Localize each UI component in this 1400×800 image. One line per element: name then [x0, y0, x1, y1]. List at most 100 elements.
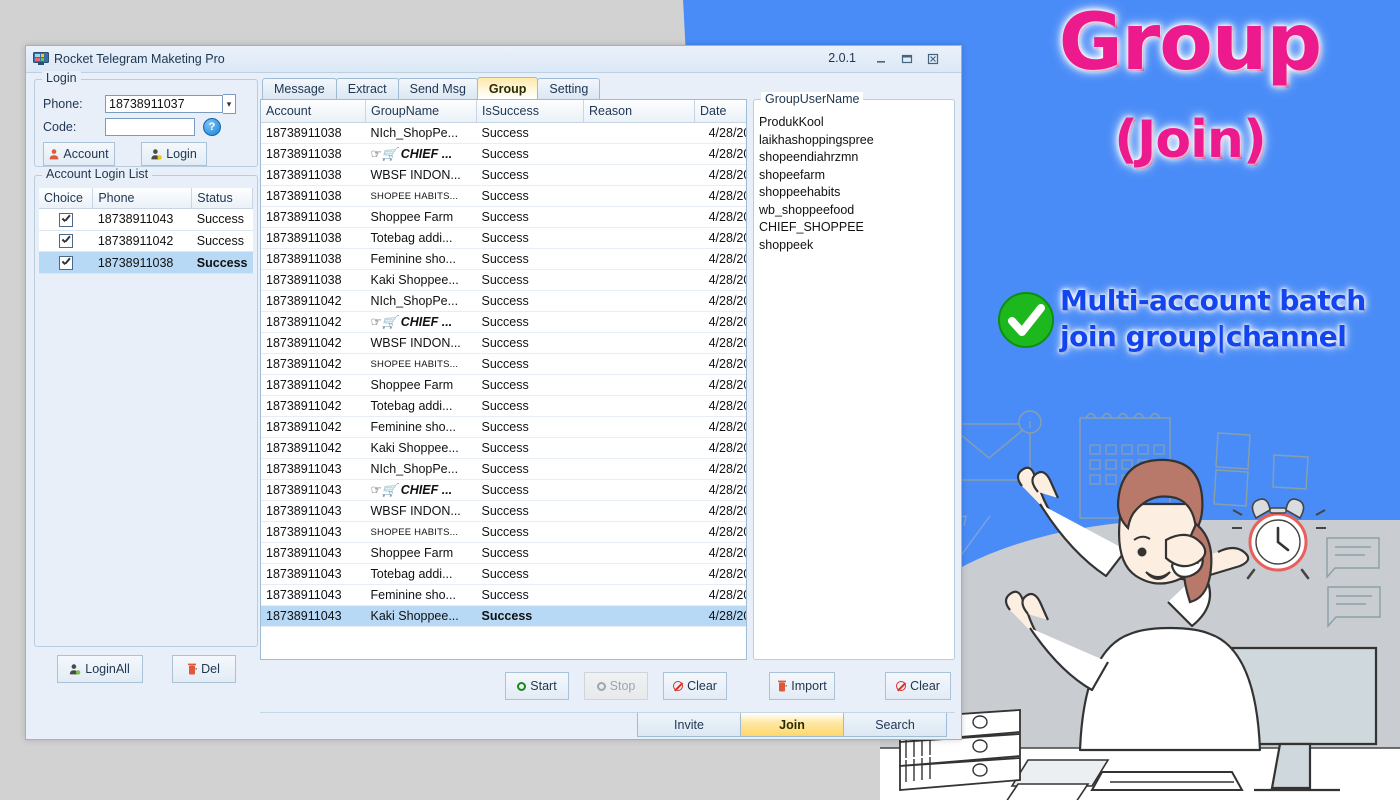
table-row[interactable]: 18738911038☞🛒 CHIEF ...Success 4/28/2023 … — [261, 143, 746, 165]
results-grid[interactable]: Account GroupName IsSuccess Reason Date … — [260, 99, 747, 660]
checkbox-checked-icon[interactable] — [58, 256, 73, 271]
tab-extract[interactable]: Extract — [335, 78, 399, 99]
table-row[interactable]: 18738911042☞🛒 CHIEF ...Success 4/28/2023 … — [261, 311, 746, 333]
col-choice[interactable]: Choice — [39, 188, 94, 209]
results-table[interactable]: Account GroupName IsSuccess Reason Date … — [261, 100, 746, 627]
col-issuccess[interactable]: IsSuccess — [476, 100, 584, 123]
cell-groupname: Totebag addi... — [365, 395, 477, 417]
close-icon[interactable] — [925, 52, 941, 66]
cell-date: 4/28/2023 1:0... — [694, 605, 746, 627]
person-key-icon — [151, 148, 163, 160]
cell-date: 4/28/2023 1:0... — [694, 416, 746, 438]
table-row[interactable]: 18738911042Kaki Shoppee...Success 4/28/20… — [261, 437, 746, 459]
list-item[interactable]: shoppeek — [759, 237, 954, 255]
cell-account: 18738911043 — [261, 500, 366, 522]
table-row[interactable]: 18738911043☞🛒 CHIEF ...Success 4/28/2023 … — [261, 479, 746, 501]
list-item[interactable]: shoppeehabits — [759, 184, 954, 202]
list-item[interactable]: ProdukKool — [759, 114, 954, 132]
cell-reason — [583, 542, 695, 564]
cell-account: 18738911038 — [261, 164, 366, 186]
col-groupname[interactable]: GroupName — [365, 100, 477, 123]
account-list-legend: Account Login List — [42, 167, 153, 181]
login-all-button[interactable]: LoginAll — [56, 655, 143, 683]
table-row[interactable]: 18738911043NIch_ShopPe...Success 4/28/202… — [261, 458, 746, 480]
cell-groupname: ☞🛒 CHIEF ... — [365, 311, 477, 333]
cell-groupname: WBSF INDON... — [365, 164, 477, 186]
account-row[interactable]: 18738911038 Success — [39, 251, 253, 275]
cell-account: 18738911038 — [261, 248, 366, 270]
bottom-tab-search[interactable]: Search — [843, 713, 947, 737]
account-choice-cell[interactable] — [39, 208, 93, 231]
table-row[interactable]: 18738911042Totebag addi...Success 4/28/20… — [261, 395, 746, 417]
tab-group[interactable]: Group — [476, 77, 539, 99]
tab-send-msg[interactable]: Send Msg — [397, 78, 478, 99]
table-row[interactable]: 18738911042Shoppee FarmSuccess 4/28/2023 … — [261, 374, 746, 396]
account-choice-cell[interactable] — [39, 230, 93, 253]
login-button[interactable]: Login — [141, 142, 207, 166]
table-row[interactable]: 18738911038NIch_ShopPe...Success 4/28/202… — [261, 122, 746, 144]
cell-reason — [583, 206, 695, 228]
phone-input[interactable]: 18738911037 — [105, 95, 223, 113]
bottom-tab-invite[interactable]: Invite — [637, 713, 741, 737]
account-choice-cell[interactable] — [39, 251, 93, 275]
cell-groupname: Totebag addi... — [365, 563, 477, 585]
cell-reason — [583, 143, 695, 165]
help-icon[interactable]: ? — [203, 118, 221, 136]
table-row[interactable]: 18738911043 SHOPEE HABITS... Success 4/28/2… — [261, 521, 746, 543]
cell-date: 4/28/2023 1:0... — [694, 353, 746, 375]
checkbox-checked-icon[interactable] — [58, 212, 73, 227]
tab-setting[interactable]: Setting — [537, 78, 601, 99]
cell-groupname: Shoppee Farm — [365, 542, 477, 564]
cell-account: 18738911042 — [261, 437, 366, 459]
phone-dropdown-icon[interactable]: ▾ — [223, 94, 236, 114]
col-phone[interactable]: Phone — [92, 188, 193, 209]
list-item[interactable]: shopeefarm — [759, 167, 954, 185]
stop-button[interactable]: Stop — [584, 672, 648, 700]
list-item[interactable]: shopeendiahrzmn — [759, 149, 954, 167]
list-item[interactable]: wb_shoppeefood — [759, 202, 954, 220]
table-row[interactable]: 18738911043Shoppee FarmSuccess 4/28/2023 … — [261, 542, 746, 564]
col-date[interactable]: Date — [694, 100, 746, 123]
maximize-icon[interactable] — [899, 52, 915, 66]
table-row[interactable]: 18738911043WBSF INDON...Success 4/28/2023… — [261, 500, 746, 522]
col-reason[interactable]: Reason — [583, 100, 695, 123]
table-row[interactable]: 18738911043Feminine sho...Success 4/28/20… — [261, 584, 746, 606]
table-row[interactable]: 18738911043Kaki Shoppee...Success 4/28/20… — [261, 605, 746, 627]
table-row[interactable]: 18738911038Totebag addi...Success 4/28/20… — [261, 227, 746, 249]
list-item[interactable]: CHIEF_SHOPPEE — [759, 219, 954, 237]
table-row[interactable]: 18738911042NIch_ShopPe...Success 4/28/202… — [261, 290, 746, 312]
cell-groupname: WBSF INDON... — [365, 500, 477, 522]
cell-account: 18738911043 — [261, 521, 366, 543]
account-login-table[interactable]: Choice Phone Status 18738911043 Success 18… — [39, 188, 253, 275]
table-row[interactable]: 18738911043Totebag addi...Success 4/28/20… — [261, 563, 746, 585]
minimize-icon[interactable] — [873, 52, 889, 66]
title-bar[interactable]: Rocket Telegram Maketing Pro 2.0.1 — [26, 46, 961, 73]
table-row[interactable]: 18738911038Shoppee FarmSuccess 4/28/2023 … — [261, 206, 746, 228]
cell-date: 4/28/2023 1:0... — [694, 143, 746, 165]
list-item[interactable]: laikhashoppingspree — [759, 132, 954, 150]
account-row[interactable]: 18738911043 Success — [39, 208, 253, 231]
clear-button[interactable]: Clear — [663, 672, 727, 700]
group-user-name-list[interactable]: ProdukKool laikhashoppingspree shopeendiah… — [754, 100, 954, 254]
account-row[interactable]: 18738911042 Success — [39, 230, 253, 253]
delete-button[interactable]: Del — [171, 655, 236, 683]
table-row[interactable]: 18738911038Kaki Shoppee...Success 4/28/20… — [261, 269, 746, 291]
tab-message[interactable]: Message — [262, 78, 337, 99]
code-input[interactable] — [105, 118, 195, 136]
table-row[interactable]: 18738911038WBSF INDON...Success 4/28/2023… — [261, 164, 746, 186]
table-row[interactable]: 18738911042Feminine sho...Success 4/28/20… — [261, 416, 746, 438]
table-row[interactable]: 18738911042WBSF INDON...Success 4/28/2023… — [261, 332, 746, 354]
table-row[interactable]: 18738911038 SHOPEE HABITS... Success 4/28/2… — [261, 185, 746, 207]
import-button[interactable]: Import — [769, 672, 835, 700]
col-status[interactable]: Status — [191, 188, 253, 209]
start-button[interactable]: Start — [505, 672, 569, 700]
bottom-tab-strip[interactable]: Invite Join Search — [260, 712, 955, 739]
col-account[interactable]: Account — [261, 100, 366, 123]
table-row[interactable]: 18738911038Feminine sho...Success 4/28/20… — [261, 248, 746, 270]
bottom-tab-join[interactable]: Join — [740, 713, 844, 737]
clear-users-button[interactable]: Clear — [885, 672, 951, 700]
checkbox-checked-icon[interactable] — [58, 234, 73, 249]
table-row[interactable]: 18738911042 SHOPEE HABITS... Success 4/28/2… — [261, 353, 746, 375]
cell-account: 18738911042 — [261, 416, 366, 438]
account-button[interactable]: Account — [43, 142, 115, 166]
